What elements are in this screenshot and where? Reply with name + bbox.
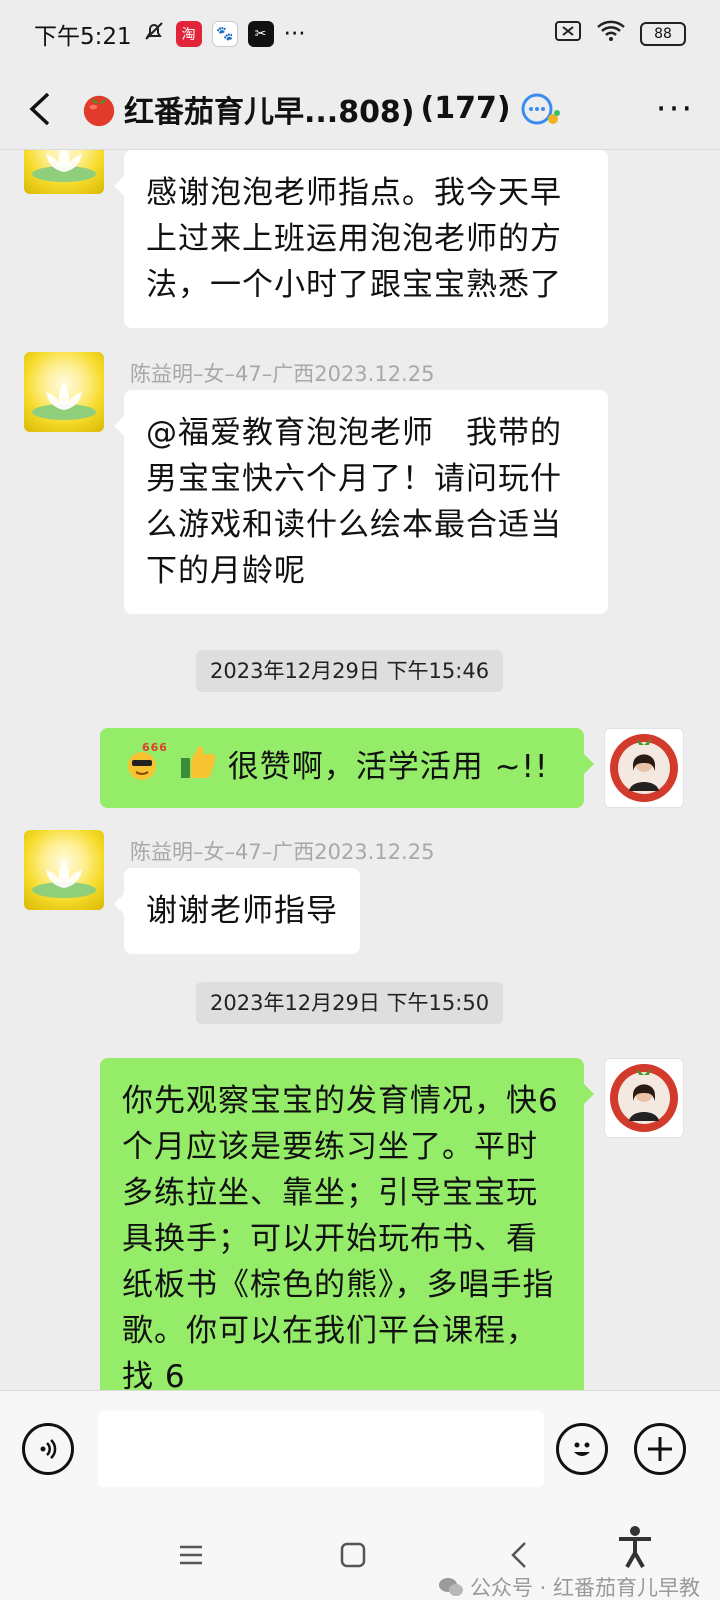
- member-count: (177): [420, 91, 511, 126]
- plus-icon: [648, 1437, 672, 1461]
- thumbs-up-icon: [177, 742, 217, 795]
- taobao-app-icon: 淘: [175, 21, 202, 47]
- avatar[interactable]: [24, 150, 104, 194]
- accessibility-icon: [619, 1526, 651, 1568]
- wechat-official-icon: [439, 1578, 463, 1596]
- message-text: 你先观察宝宝的发育情况，快6个月应该是要练习坐了。平时多练拉坐、靠坐；引导宝宝玩…: [122, 1083, 559, 1390]
- home-icon: [340, 1542, 366, 1568]
- wifi-icon: [596, 19, 626, 49]
- timestamp: 2023年12月29日 下午15:50: [196, 982, 504, 1024]
- back-button[interactable]: [0, 68, 80, 150]
- home-button[interactable]: [328, 1530, 378, 1580]
- message-bubble[interactable]: 你先观察宝宝的发育情况，快6个月应该是要练习坐了。平时多练拉坐、靠坐；引导宝宝玩…: [100, 1058, 594, 1390]
- mute-bell-icon: [142, 19, 166, 49]
- message-bubble[interactable]: 666 很赞啊，活学活用 ~!!: [100, 728, 594, 808]
- chat-area[interactable]: 感谢泡泡老师指点。我今天早上过来上班运用泡泡老师的方法，一个小时了跟宝宝熟悉了 …: [0, 150, 720, 1390]
- avatar[interactable]: [24, 352, 104, 432]
- status-more: ···: [283, 21, 306, 47]
- message-text: 很赞啊，活学活用 ~!!: [227, 749, 549, 785]
- emoji-button[interactable]: [556, 1423, 608, 1475]
- emoji-666-icon: 666: [122, 741, 167, 795]
- message-bubble[interactable]: 感谢泡泡老师指点。我今天早上过来上班运用泡泡老师的方法，一个小时了跟宝宝熟悉了: [114, 150, 608, 328]
- menu-icon: [180, 1545, 202, 1565]
- watermark: 公众号 · 红番茄育儿早教: [438, 1572, 700, 1600]
- message-bubble[interactable]: 谢谢老师指导: [114, 868, 360, 954]
- back-nav-icon: [511, 1542, 526, 1568]
- capcut-app-icon: ✂: [247, 21, 274, 47]
- chat-title-text: 红番茄育儿早...808): [124, 94, 415, 130]
- message-text: 谢谢老师指导: [146, 893, 338, 929]
- chat-header: 红番茄育儿早...808) (177) ···: [0, 68, 720, 150]
- sim-off-icon: [554, 19, 582, 49]
- voice-icon: [40, 1439, 57, 1459]
- more-button[interactable]: ···: [630, 68, 720, 150]
- avatar[interactable]: [24, 830, 104, 910]
- chat-title[interactable]: 红番茄育儿早...808) (177): [80, 87, 561, 131]
- sender-name: 陈益明–女–47–广西2023.12.25: [130, 362, 435, 386]
- input-bar: [0, 1390, 720, 1510]
- accessibility-button[interactable]: [610, 1522, 660, 1572]
- svg-text:666: 666: [142, 742, 166, 754]
- timestamp: 2023年12月29日 下午15:46: [196, 650, 504, 692]
- sender-name: 陈益明–女–47–广西2023.12.25: [130, 840, 435, 864]
- status-bar: 下午5:21 淘 🐾 ✂ ··· 88: [0, 0, 720, 68]
- message-bubble[interactable]: @福爱教育泡泡老师 我带的男宝宝快六个月了！请问玩什么游戏和读什么绘本最合适当下…: [114, 390, 608, 614]
- self-avatar[interactable]: [604, 1058, 684, 1138]
- battery-indicator: 88: [640, 22, 686, 46]
- self-avatar[interactable]: [604, 728, 684, 808]
- message-text: 感谢泡泡老师指点。我今天早上过来上班运用泡泡老师的方法，一个小时了跟宝宝熟悉了: [146, 175, 562, 303]
- watermark-text: 公众号 · 红番茄育儿早教: [470, 1576, 701, 1600]
- baidu-app-icon: 🐾: [211, 21, 238, 47]
- voice-button[interactable]: [22, 1423, 74, 1475]
- message-text: @福爱教育泡泡老师 我带的男宝宝快六个月了！请问玩什么游戏和读什么绘本最合适当下…: [146, 415, 562, 589]
- menu-button[interactable]: [166, 1530, 216, 1580]
- tomato-icon: [83, 95, 115, 126]
- group-chat-icon: [521, 93, 560, 124]
- message-input[interactable]: [98, 1411, 544, 1487]
- plus-button[interactable]: [634, 1423, 686, 1475]
- status-time: 下午5:21: [34, 24, 132, 50]
- back-icon: [29, 92, 50, 125]
- emoji-icon: [574, 1442, 590, 1456]
